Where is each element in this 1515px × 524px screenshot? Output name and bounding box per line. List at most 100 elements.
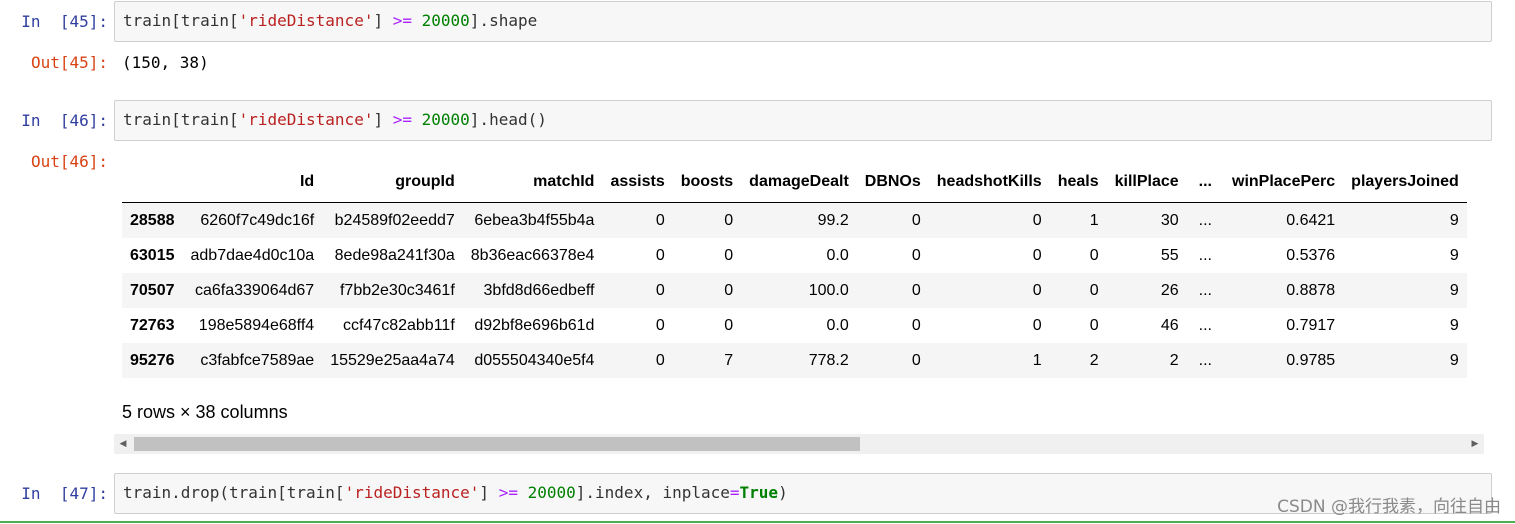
column-header: headshotKills — [928, 162, 1050, 203]
scroll-left-icon[interactable]: ◀ — [114, 434, 132, 454]
table-cell-ellipsis: ... — [1198, 211, 1212, 229]
table-cell: 198e5894e68ff4 — [198, 316, 315, 334]
table-cell: 0 — [1089, 281, 1099, 299]
table-cell: 15529e25aa4a74 — [330, 351, 455, 369]
table-cell: 0 — [655, 351, 665, 369]
row-index: 95276 — [130, 351, 175, 369]
table-cell: 2 — [1169, 351, 1179, 369]
table-cell: 0.7917 — [1286, 316, 1336, 334]
column-header: killPlace — [1106, 162, 1187, 203]
table-cell: ccf47c82abb11f — [342, 316, 455, 334]
table-cell: 0 — [1032, 246, 1042, 264]
table-cell: 0.9785 — [1286, 351, 1336, 369]
table-cell-ellipsis: ... — [1198, 351, 1212, 369]
column-header-ellipsis: ... — [1186, 162, 1224, 203]
table-cell: 3bfd8d66edbeff — [483, 281, 595, 299]
table-cell: 2 — [1089, 351, 1099, 369]
table-cell: ca6fa339064d67 — [194, 281, 315, 299]
table-cell: 0 — [1089, 246, 1099, 264]
table-cell: 0 — [911, 246, 921, 264]
code-text: train[train['rideDistance'] >= 20000].sh… — [123, 11, 538, 30]
table-cell: c3fabfce7589ae — [200, 351, 315, 369]
table-cell: 0 — [1032, 211, 1042, 229]
table-cell: 0 — [724, 281, 734, 299]
scroll-right-icon[interactable]: ▶ — [1466, 434, 1484, 454]
table-cell: 7 — [724, 351, 734, 369]
column-header: boosts — [672, 162, 742, 203]
column-header — [122, 162, 183, 203]
table-cell: 1 — [1089, 211, 1099, 229]
dataframe-output: Id groupId matchId assists boosts damage… — [122, 162, 1484, 382]
column-header: assists — [602, 162, 673, 203]
table-cell: 9 — [1449, 246, 1459, 264]
table-cell: 0 — [724, 246, 734, 264]
table-cell: 0 — [911, 316, 921, 334]
row-index: 28588 — [130, 211, 175, 229]
table-cell: 46 — [1160, 316, 1179, 334]
table-cell: 0 — [911, 211, 921, 229]
table-cell: 0.0 — [826, 316, 849, 334]
output-text-45: (150, 38) — [122, 53, 209, 72]
table-cell: 30 — [1160, 211, 1179, 229]
table-cell-ellipsis: ... — [1198, 246, 1212, 264]
column-header: playersJoined — [1343, 162, 1467, 203]
table-cell: 0.8878 — [1286, 281, 1336, 299]
table-cell: 1 — [1032, 351, 1042, 369]
cell-selection-line — [0, 521, 1515, 523]
table-cell: 6ebea3b4f55b4a — [474, 211, 595, 229]
table-cell: 778.2 — [808, 351, 849, 369]
table-cell: 9 — [1449, 281, 1459, 299]
table-cell: 99.2 — [817, 211, 849, 229]
table-cell: 0 — [1089, 316, 1099, 334]
table-header-row: Id groupId matchId assists boosts damage… — [122, 162, 1467, 203]
table-cell: 9 — [1449, 316, 1459, 334]
table-row: 72763 198e5894e68ff4 ccf47c82abb11f d92bf8e… — [122, 308, 1467, 343]
table-cell: 100.0 — [808, 281, 849, 299]
out-prompt-46: Out[46]: — [30, 152, 108, 171]
dataframe-shape-text: 5 rows × 38 columns — [122, 402, 288, 422]
table-cell: 0.6421 — [1286, 211, 1336, 229]
column-header: heals — [1049, 162, 1107, 203]
out-prompt-45: Out[45]: — [30, 53, 108, 72]
table-cell-ellipsis: ... — [1198, 281, 1212, 299]
table-row: 63015 adb7dae4d0c10a 8ede98a241f30a 8b36eac… — [122, 238, 1467, 273]
table-row: 28588 6260f7c49dc16f b24589f02eedd7 6ebea3b… — [122, 202, 1467, 238]
table-cell: 0 — [655, 281, 665, 299]
table-cell: 0 — [724, 316, 734, 334]
code-cell-46[interactable]: train[train['rideDistance'] >= 20000].he… — [114, 100, 1492, 141]
table-cell: 6260f7c49dc16f — [200, 211, 315, 229]
column-header: DBNOs — [856, 162, 929, 203]
dataframe-table: Id groupId matchId assists boosts damage… — [122, 162, 1467, 378]
table-cell: 0 — [1032, 316, 1042, 334]
column-header: damageDealt — [741, 162, 857, 203]
column-header: matchId — [462, 162, 603, 203]
in-prompt-47: In [47]: — [21, 484, 108, 503]
code-cell-45[interactable]: train[train['rideDistance'] >= 20000].sh… — [114, 1, 1492, 42]
table-cell: d92bf8e696b61d — [474, 316, 595, 334]
column-header: Id — [182, 162, 323, 203]
table-cell: 0 — [1032, 281, 1042, 299]
table-cell: 0 — [911, 281, 921, 299]
in-prompt-45: In [45]: — [21, 12, 108, 31]
watermark-text: CSDN @我行我素，向往自由 — [1277, 497, 1501, 517]
scrollbar-thumb[interactable] — [134, 437, 860, 451]
table-cell: 26 — [1160, 281, 1179, 299]
table-cell: 9 — [1449, 351, 1459, 369]
table-cell: d055504340e5f4 — [474, 351, 595, 369]
row-index: 72763 — [130, 316, 175, 334]
table-cell-ellipsis: ... — [1198, 316, 1212, 334]
table-cell: 0 — [655, 211, 665, 229]
in-prompt-46: In [46]: — [21, 111, 108, 130]
column-header: winPlacePerc — [1224, 162, 1344, 203]
table-cell: f7bb2e30c3461f — [339, 281, 455, 299]
table-cell: 0.5376 — [1286, 246, 1336, 264]
table-cell: 8b36eac66378e4 — [470, 246, 595, 264]
table-row: 70507 ca6fa339064d67 f7bb2e30c3461f 3bfd8d6… — [122, 273, 1467, 308]
column-header: groupId — [322, 162, 463, 203]
table-cell: 0 — [655, 316, 665, 334]
code-text: train[train['rideDistance'] >= 20000].he… — [123, 110, 547, 129]
table-row: 95276 c3fabfce7589ae 15529e25aa4a74 d055504… — [122, 343, 1467, 378]
horizontal-scrollbar[interactable]: ◀ ▶ — [114, 434, 1484, 454]
table-cell: 55 — [1160, 246, 1179, 264]
code-text: train.drop(train[train['rideDistance'] >… — [123, 483, 788, 502]
